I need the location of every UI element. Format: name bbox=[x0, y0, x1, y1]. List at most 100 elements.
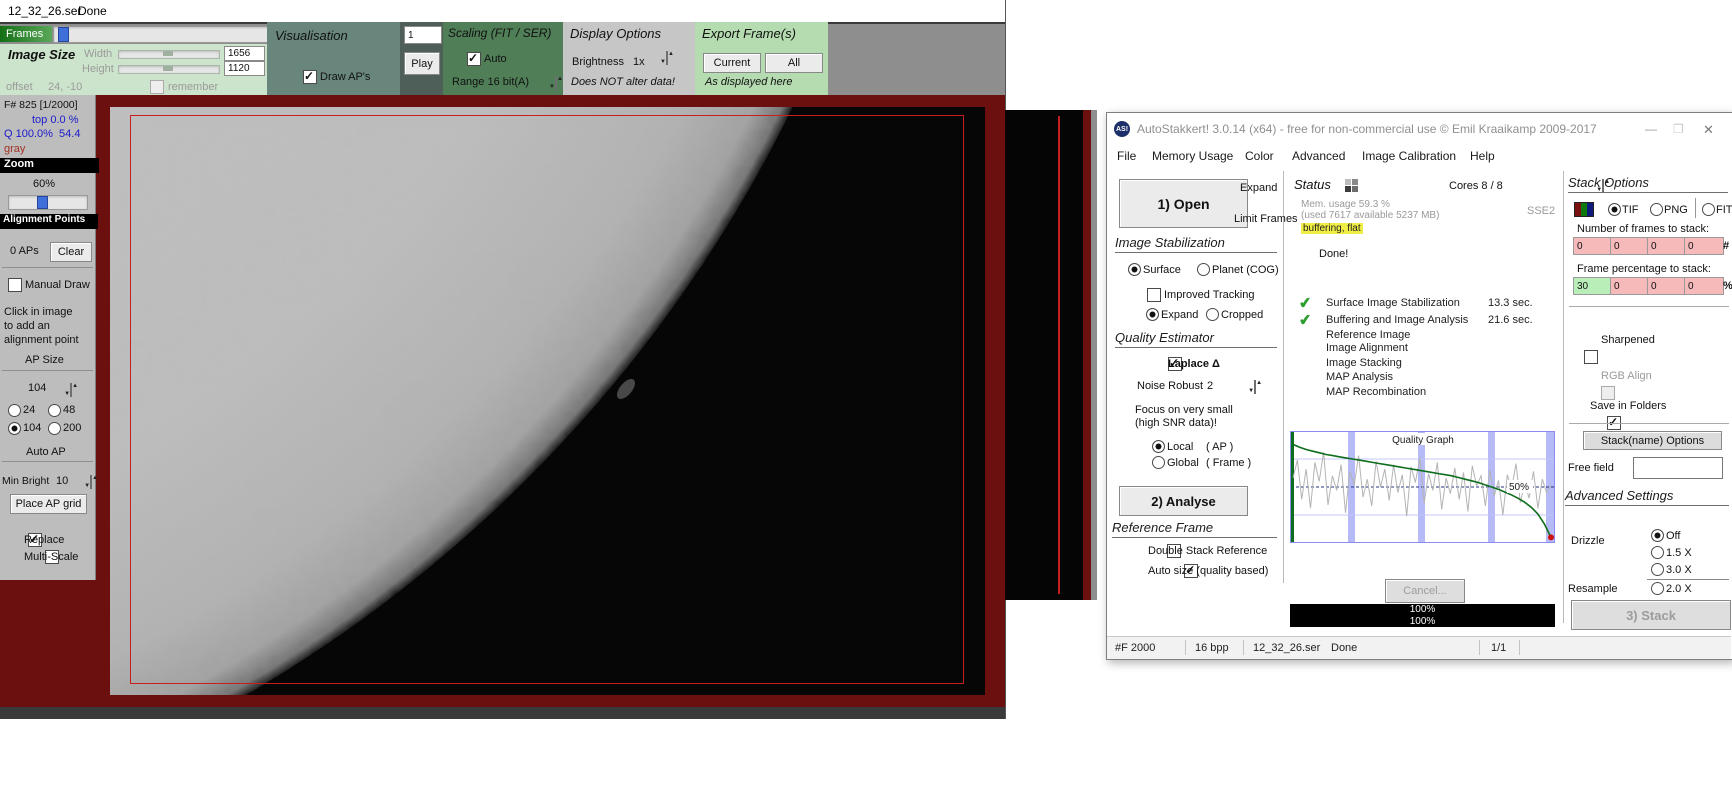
place-ap-grid-button[interactable]: Place AP grid bbox=[10, 494, 87, 514]
menu-color[interactable]: Color bbox=[1245, 149, 1274, 163]
brightness-value: 1x bbox=[633, 56, 645, 68]
global-radio[interactable] bbox=[1152, 456, 1165, 469]
sse2-label: SSE2 bbox=[1527, 205, 1555, 217]
stack-button[interactable]: 3) Stack bbox=[1571, 600, 1731, 630]
auto-size-label: Auto size (quality based) bbox=[1148, 565, 1268, 577]
reference-frame-header: Reference Frame bbox=[1112, 520, 1277, 538]
clear-aps-button[interactable]: Clear bbox=[50, 242, 92, 262]
frames-to-stack-field-3[interactable]: 0 bbox=[1647, 237, 1687, 255]
brightness-stepper[interactable] bbox=[666, 51, 668, 65]
scaling-range-stepper[interactable] bbox=[555, 76, 557, 90]
frame-percentage-field-4[interactable]: 0 bbox=[1684, 277, 1724, 295]
frame-percentage-field-2[interactable]: 0 bbox=[1610, 277, 1650, 295]
frame-percentage-field-3[interactable]: 0 bbox=[1647, 277, 1687, 295]
expand-link[interactable]: Expand bbox=[1240, 182, 1277, 194]
frame-number-input[interactable]: 1 bbox=[404, 26, 442, 44]
improved-tracking-checkbox[interactable] bbox=[1147, 288, 1161, 302]
min-bright-label: Min Bright bbox=[2, 475, 49, 487]
draw-aps-checkbox[interactable] bbox=[303, 70, 317, 84]
maximize-icon[interactable]: ❒ bbox=[1673, 122, 1684, 136]
ap-size-48-radio[interactable] bbox=[48, 404, 61, 417]
display-options-title: Display Options bbox=[570, 26, 661, 41]
minimize-icon[interactable]: — bbox=[1645, 122, 1657, 136]
focus-note-line2: (high SNR data)! bbox=[1135, 417, 1217, 429]
status-done: Done! bbox=[1319, 248, 1348, 260]
export-all-button[interactable]: All bbox=[765, 53, 823, 73]
drizzle-15-radio[interactable] bbox=[1651, 546, 1664, 559]
scaling-auto-checkbox[interactable] bbox=[467, 52, 481, 66]
surface-radio[interactable] bbox=[1128, 263, 1141, 276]
ap-size-104-radio[interactable] bbox=[8, 422, 21, 435]
width-value[interactable]: 1656 bbox=[224, 46, 265, 61]
focus-note-line1: Focus on very small bbox=[1135, 404, 1233, 416]
tif-radio[interactable] bbox=[1608, 203, 1621, 216]
width-slider-thumb[interactable] bbox=[163, 51, 173, 56]
noise-robust-stepper[interactable] bbox=[1254, 380, 1256, 394]
frames-slider-thumb[interactable] bbox=[58, 27, 69, 42]
sharpened-label: Sharpened bbox=[1601, 334, 1655, 346]
close-icon[interactable]: ✕ bbox=[1703, 122, 1714, 138]
status-title: Status bbox=[1294, 177, 1331, 192]
stackname-options-button[interactable]: Stack(name) Options bbox=[1583, 431, 1722, 450]
app-titlebar[interactable]: AS! AutoStakkert! 3.0.14 (x64) - free fo… bbox=[1107, 113, 1731, 145]
quality-graph: Quality Graph 50% bbox=[1290, 431, 1555, 543]
frame-percentage-field-1[interactable]: 30 bbox=[1573, 277, 1613, 295]
play-button[interactable]: Play bbox=[404, 52, 440, 75]
frames-to-stack-field-1[interactable]: 0 bbox=[1573, 237, 1613, 255]
height-label: Height bbox=[82, 63, 114, 75]
top-percent: top 0.0 % bbox=[32, 114, 78, 126]
planet-radio[interactable] bbox=[1197, 263, 1210, 276]
color-mode: gray bbox=[4, 143, 25, 155]
zoom-slider-thumb[interactable] bbox=[37, 196, 48, 209]
zoom-slider[interactable] bbox=[8, 195, 88, 210]
expand-radio[interactable] bbox=[1146, 308, 1159, 321]
ap-hint-line1: Click in image bbox=[4, 306, 72, 318]
ap-size-24-radio[interactable] bbox=[8, 404, 21, 417]
percent-symbol: % bbox=[1723, 280, 1732, 292]
cancel-button[interactable]: Cancel... bbox=[1385, 579, 1465, 603]
ap-size-200-radio[interactable] bbox=[48, 422, 61, 435]
height-slider[interactable] bbox=[118, 65, 220, 74]
frames-to-stack-label: Number of frames to stack: bbox=[1577, 223, 1709, 235]
sharpened-checkbox[interactable] bbox=[1584, 350, 1598, 364]
export-current-button[interactable]: Current bbox=[703, 53, 761, 73]
menu-help[interactable]: Help bbox=[1470, 149, 1495, 163]
ap-size-stepper[interactable] bbox=[70, 383, 72, 397]
frames-to-stack-field-4[interactable]: 0 bbox=[1684, 237, 1724, 255]
limit-frames-link[interactable]: Limit Frames bbox=[1234, 213, 1298, 225]
ap-hint-line2: to add an bbox=[4, 320, 50, 332]
manual-draw-label: Manual Draw bbox=[25, 279, 90, 291]
manual-draw-checkbox[interactable] bbox=[8, 278, 22, 292]
open-button[interactable]: 1) Open bbox=[1119, 179, 1248, 228]
png-radio[interactable] bbox=[1650, 203, 1663, 216]
height-slider-thumb[interactable] bbox=[163, 66, 173, 71]
drizzle-30-radio[interactable] bbox=[1651, 563, 1664, 576]
free-field-input[interactable] bbox=[1633, 457, 1723, 479]
resample-20-label: 2.0 X bbox=[1666, 583, 1692, 595]
quality-estimator-header: Quality Estimator bbox=[1115, 330, 1277, 348]
min-bright-stepper[interactable] bbox=[90, 475, 92, 489]
viewer-titlebar[interactable]: 12_32_26.ser Done bbox=[0, 0, 1005, 24]
fit-radio[interactable] bbox=[1702, 203, 1715, 216]
rgb-align-checkbox[interactable] bbox=[1601, 386, 1615, 400]
menu-file[interactable]: File bbox=[1117, 149, 1136, 163]
local-radio[interactable] bbox=[1152, 440, 1165, 453]
remember-checkbox[interactable] bbox=[150, 80, 164, 94]
resample-20-radio[interactable] bbox=[1651, 582, 1664, 595]
progress-bars: 100% 100% bbox=[1290, 604, 1555, 627]
offset-label: offset bbox=[6, 81, 33, 93]
frames-to-stack-field-2[interactable]: 0 bbox=[1610, 237, 1650, 255]
height-value[interactable]: 1120 bbox=[224, 61, 265, 76]
menu-advanced[interactable]: Advanced bbox=[1292, 149, 1345, 163]
image-size-panel: Image Size Width 1656 Height 1120 offset… bbox=[0, 44, 267, 95]
drizzle-off-radio[interactable] bbox=[1651, 529, 1664, 542]
menu-image-calibration[interactable]: Image Calibration bbox=[1362, 149, 1456, 163]
desktop: 12_32_26.ser Done Frames Image Size Widt… bbox=[0, 0, 1732, 794]
menu-memory-usage[interactable]: Memory Usage bbox=[1152, 149, 1233, 163]
quality-readout: Q 100.0% 54.4 bbox=[4, 128, 80, 140]
cropped-radio[interactable] bbox=[1206, 308, 1219, 321]
ap-count: 0 APs bbox=[10, 245, 39, 257]
analyse-button[interactable]: 2) Analyse bbox=[1119, 486, 1248, 516]
width-slider[interactable] bbox=[118, 50, 220, 59]
drizzle-label: Drizzle bbox=[1571, 535, 1605, 547]
